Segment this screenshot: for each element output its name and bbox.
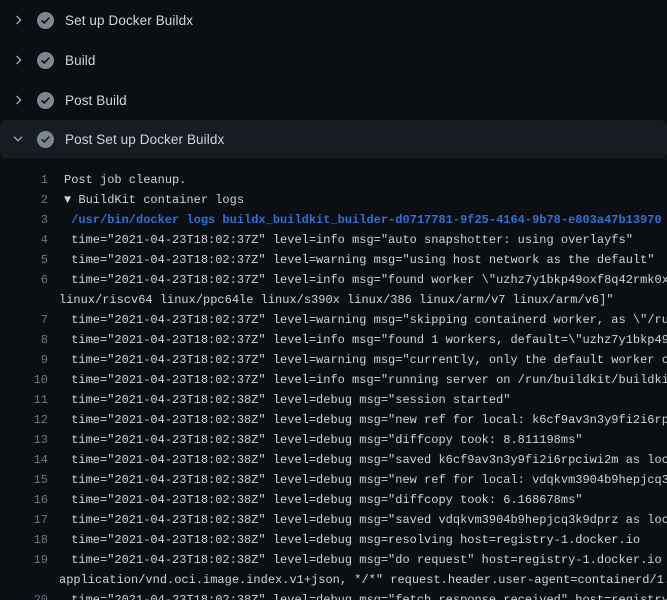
log-row: 17 time="2021-04-23T18:02:38Z" level=deb… (0, 510, 667, 530)
line-number[interactable]: 14 (0, 450, 48, 470)
log-row: 4 time="2021-04-23T18:02:37Z" level=info… (0, 230, 667, 250)
log-row: 10 time="2021-04-23T18:02:37Z" level=inf… (0, 370, 667, 390)
log-text: application/vnd.oci.image.index.v1+json,… (59, 570, 667, 590)
line-number[interactable]: 4 (0, 230, 48, 250)
line-number[interactable]: 3 (0, 210, 48, 230)
line-number (0, 290, 48, 310)
line-number[interactable]: 5 (0, 250, 48, 270)
line-number[interactable]: 19 (0, 550, 48, 570)
log-text: time="2021-04-23T18:02:38Z" level=debug … (64, 470, 667, 490)
step-label: Set up Docker Buildx (65, 13, 193, 28)
step-row-set-up-docker-buildx[interactable]: Set up Docker Buildx (0, 0, 667, 40)
line-number[interactable]: 16 (0, 490, 48, 510)
log-row: 14 time="2021-04-23T18:02:38Z" level=deb… (0, 450, 667, 470)
steps-list: Set up Docker Buildx Build Post Build (0, 0, 667, 158)
check-circle-icon (37, 131, 54, 148)
log-row: 3 /usr/bin/docker logs buildx_buildkit_b… (0, 210, 667, 230)
log-text: time="2021-04-23T18:02:37Z" level=warnin… (64, 250, 655, 270)
log-text: time="2021-04-23T18:02:38Z" level=debug … (64, 450, 667, 470)
log-row: 9 time="2021-04-23T18:02:37Z" level=warn… (0, 350, 667, 370)
log-text: time="2021-04-23T18:02:37Z" level=info m… (64, 230, 633, 250)
log-text: time="2021-04-23T18:02:38Z" level=debug … (64, 390, 510, 410)
actions-log-panel: Set up Docker Buildx Build Post Build (0, 0, 667, 600)
log-text: time="2021-04-23T18:02:38Z" level=debug … (64, 410, 667, 430)
log-text: linux/riscv64 linux/ppc64le linux/s390x … (59, 290, 614, 310)
log-text: time="2021-04-23T18:02:37Z" level=warnin… (64, 310, 667, 330)
log-text: time="2021-04-23T18:02:38Z" level=debug … (64, 530, 640, 550)
log-row: 16 time="2021-04-23T18:02:38Z" level=deb… (0, 490, 667, 510)
step-label: Build (65, 53, 96, 68)
line-number[interactable]: 13 (0, 430, 48, 450)
chevron-right-icon (10, 12, 26, 28)
check-circle-icon (37, 12, 54, 29)
line-number[interactable]: 7 (0, 310, 48, 330)
log-command-text: /usr/bin/docker logs buildx_buildkit_bui… (64, 210, 662, 230)
check-circle-icon (37, 92, 54, 109)
log-group-toggle[interactable]: ▼ BuildKit container logs (64, 190, 244, 210)
chevron-right-icon (10, 52, 26, 68)
log-text: time="2021-04-23T18:02:38Z" level=debug … (64, 510, 667, 530)
line-number[interactable]: 18 (0, 530, 48, 550)
line-number[interactable]: 2 (0, 190, 48, 210)
line-number[interactable]: 10 (0, 370, 48, 390)
log-text: time="2021-04-23T18:02:37Z" level=info m… (64, 370, 667, 390)
line-number[interactable]: 1 (0, 170, 48, 190)
log-text: time="2021-04-23T18:02:38Z" level=debug … (64, 430, 582, 450)
log-row: 6 time="2021-04-23T18:02:37Z" level=info… (0, 270, 667, 290)
step-row-post-set-up-docker-buildx[interactable]: Post Set up Docker Buildx (0, 120, 667, 158)
log-row: 5 time="2021-04-23T18:02:37Z" level=warn… (0, 250, 667, 270)
log-row: application/vnd.oci.image.index.v1+json,… (0, 570, 667, 590)
log-rows: 1 Post job cleanup. 2 ▼ BuildKit container … (0, 158, 667, 600)
log-row: 15 time="2021-04-23T18:02:38Z" level=deb… (0, 470, 667, 490)
log-row: 7 time="2021-04-23T18:02:37Z" level=warn… (0, 310, 667, 330)
log-row: 1 Post job cleanup. (0, 170, 667, 190)
line-number[interactable]: 17 (0, 510, 48, 530)
line-number[interactable]: 20 (0, 590, 48, 600)
log-text: Post job cleanup. (64, 170, 186, 190)
step-row-post-build[interactable]: Post Build (0, 80, 667, 120)
line-number[interactable]: 6 (0, 270, 48, 290)
log-row: 19 time="2021-04-23T18:02:38Z" level=deb… (0, 550, 667, 570)
log-text: time="2021-04-23T18:02:38Z" level=debug … (64, 590, 667, 600)
step-label: Post Build (65, 93, 127, 108)
line-number[interactable]: 9 (0, 350, 48, 370)
log-text: time="2021-04-23T18:02:38Z" level=debug … (64, 550, 667, 570)
step-label: Post Set up Docker Buildx (65, 132, 224, 147)
log-text: time="2021-04-23T18:02:38Z" level=debug … (64, 490, 582, 510)
log-row: 11 time="2021-04-23T18:02:38Z" level=deb… (0, 390, 667, 410)
chevron-right-icon (10, 92, 26, 108)
log-row: 2 ▼ BuildKit container logs (0, 190, 667, 210)
log-row: 18 time="2021-04-23T18:02:38Z" level=deb… (0, 530, 667, 550)
log-row: linux/riscv64 linux/ppc64le linux/s390x … (0, 290, 667, 310)
line-number[interactable]: 11 (0, 390, 48, 410)
line-number[interactable]: 12 (0, 410, 48, 430)
log-text: time="2021-04-23T18:02:37Z" level=info m… (64, 270, 667, 290)
log-row: 13 time="2021-04-23T18:02:38Z" level=deb… (0, 430, 667, 450)
line-number[interactable]: 15 (0, 470, 48, 490)
log-text: time="2021-04-23T18:02:37Z" level=warnin… (64, 350, 667, 370)
check-circle-icon (37, 52, 54, 69)
line-number[interactable]: 8 (0, 330, 48, 350)
chevron-down-icon (10, 131, 26, 147)
log-row: 8 time="2021-04-23T18:02:37Z" level=info… (0, 330, 667, 350)
line-number (0, 570, 48, 590)
log-row: 20 time="2021-04-23T18:02:38Z" level=deb… (0, 590, 667, 600)
log-row: 12 time="2021-04-23T18:02:38Z" level=deb… (0, 410, 667, 430)
log-text: time="2021-04-23T18:02:37Z" level=info m… (64, 330, 667, 350)
step-row-build[interactable]: Build (0, 40, 667, 80)
